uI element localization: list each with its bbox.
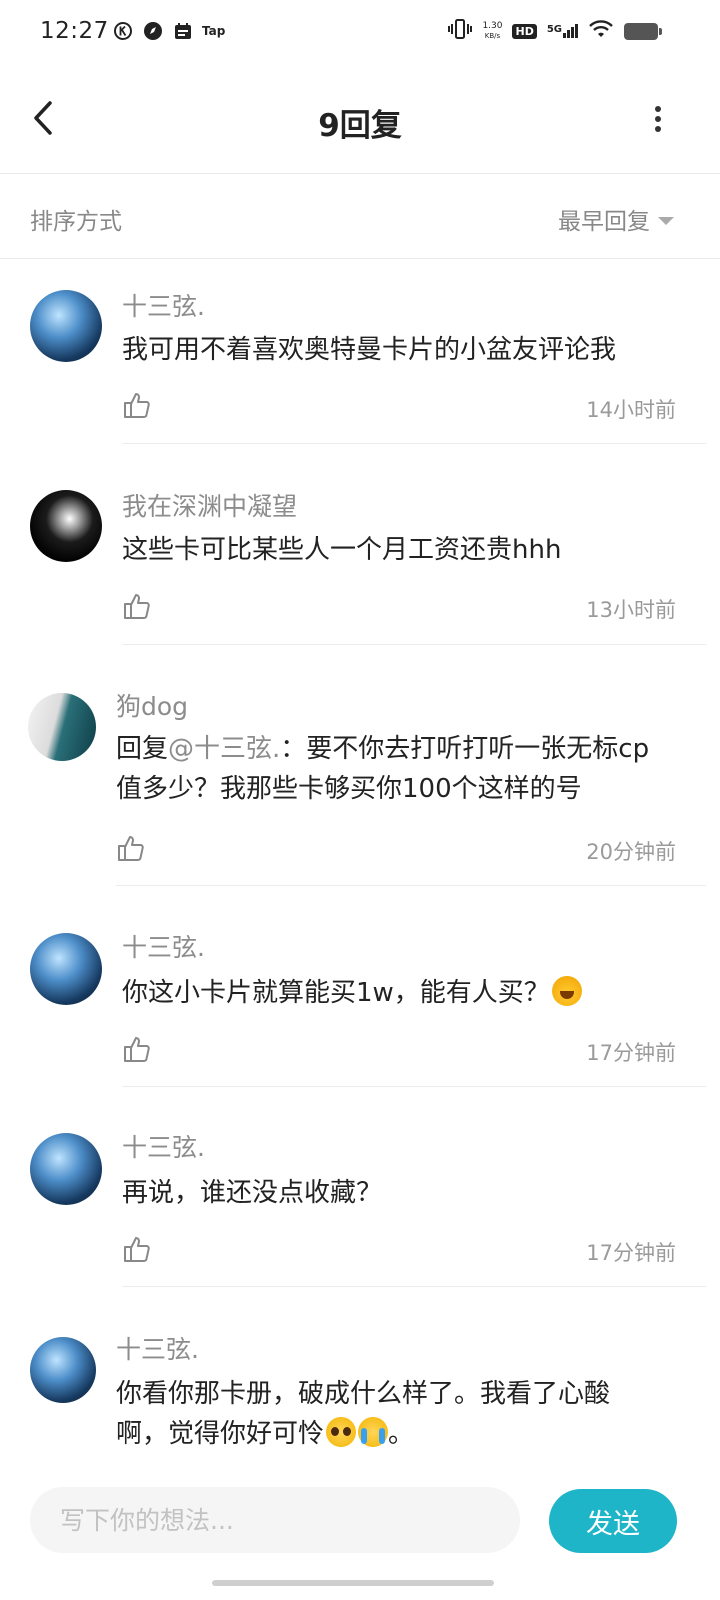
status-right-icons: 1.30 KB/s HD 5G [448,18,662,44]
reply-time: 14小时前 [586,398,676,422]
reply-divider [122,1086,706,1087]
network-speed-unit: KB/s [484,32,501,40]
reply-content-text: 你这小卡片就算能买1w，能有人买？ [122,978,550,1008]
reply-prefix: 回复 [116,734,169,764]
sort-order-dropdown[interactable]: 最早回复 [558,202,674,236]
reply-time: 20分钟前 [586,840,676,864]
send-button[interactable]: 发送 [549,1489,677,1553]
network-speed: 1.30 KB/s [482,21,502,41]
reply-content: 这些卡可比某些人一个月工资还贵hhh [122,535,562,565]
sort-bar: 排序方式 最早回复 [0,175,720,259]
reply-content: 回复@十三弦.：要不你去打听打听一张无标cp 值多少？我那些卡够买你100个这样… [116,729,696,809]
comment-composer: 发送 [0,1472,720,1600]
avatar[interactable] [30,933,102,1005]
caret-down-icon [658,216,674,225]
status-bar: 12:27 Tap 1.30 KB/s HD 5G [0,0,720,64]
reply-content: 再说，谁还没点收藏？ [122,1178,383,1208]
more-options-button[interactable] [648,104,668,134]
network-type-label: 5G [546,24,562,35]
wifi-icon [588,19,614,43]
thumbs-up-icon [124,594,150,619]
like-button[interactable] [122,591,152,621]
comment-input[interactable] [30,1487,520,1553]
like-button[interactable] [122,390,152,420]
thumbs-up-icon [124,1237,150,1262]
avatar[interactable] [30,290,102,362]
reply-content: 我可用不着喜欢奥特曼卡片的小盆友评论我 [122,335,617,365]
pleading-emoji-icon [326,1417,357,1447]
reply-username[interactable]: 十三弦. [122,287,205,323]
calendar-icon [172,20,194,42]
reply-username[interactable]: 我在深渊中凝望 [122,487,297,523]
reply-username[interactable]: 十三弦. [116,1330,199,1366]
reply-item: 十三弦. 你这小卡片就算能买1w，能有人买？ 17分钟前 [0,903,720,1087]
crying-emoji-icon [358,1417,389,1447]
reply-content: 你看你那卡册，破成什么样了。我看了心酸 啊，觉得你好可怜 。 [116,1374,696,1454]
reply-item: 十三弦. 再说，谁还没点收藏？ 17分钟前 [0,1103,720,1287]
avatar[interactable] [30,490,102,562]
thumbs-up-icon [124,393,150,418]
reply-item: 十三弦. 你看你那卡册，破成什么样了。我看了心酸 啊，觉得你好可怜 。 [0,1305,720,1472]
top-nav-bar: 9回复 [0,64,720,174]
avatar[interactable] [28,693,96,761]
battery-icon [624,22,662,40]
network-speed-value: 1.30 [482,21,503,31]
avatar[interactable] [30,1337,96,1403]
reply-username[interactable]: 十三弦. [122,1128,205,1164]
reply-username[interactable]: 狗dog [116,687,188,723]
reply-content: 你这小卡片就算能买1w，能有人买？ [122,973,582,1013]
reply-username[interactable]: 十三弦. [122,928,205,964]
home-indicator[interactable] [212,1580,494,1586]
reply-item: 十三弦. 我可用不着喜欢奥特曼卡片的小盆友评论我 14小时前 [0,260,720,444]
reply-time: 17分钟前 [586,1041,676,1065]
status-left-icons: Tap [112,20,225,42]
mention-link[interactable]: @十三弦. [168,734,280,764]
status-time: 12:27 [40,18,109,44]
reply-divider [122,1286,706,1287]
like-button[interactable] [122,1034,152,1064]
k-app-icon [112,20,134,42]
sort-label: 排序方式 [30,209,122,235]
like-button[interactable] [116,833,146,863]
reply-content-line1: ：要不你去打听打听一张无标cp [280,734,650,764]
vibrate-icon [448,18,473,44]
reply-content-line2: 值多少？我那些卡够买你100个这样的号 [116,774,582,804]
reply-thread-screen: 12:27 Tap 1.30 KB/s HD 5G 9回复 排序方式 最早回复 … [0,0,720,1600]
reply-divider [116,885,706,886]
hd-badge: HD [512,23,537,39]
signal-5g-icon: 5G [547,24,578,38]
reply-divider [122,443,706,444]
tap-app-icon: Tap [202,24,226,38]
avatar[interactable] [30,1133,102,1205]
reply-item: 我在深渊中凝望 这些卡可比某些人一个月工资还贵hhh 13小时前 [0,460,720,645]
reply-time: 13小时前 [586,598,676,622]
reply-content-line1: 你看你那卡册，破成什么样了。我看了心酸 [116,1379,611,1409]
reply-item: 狗dog 回复@十三弦.：要不你去打听打听一张无标cp 值多少？我那些卡够买你1… [0,661,720,886]
compass-icon [142,20,164,42]
reply-content-line2: 啊，觉得你好可怜 [116,1419,325,1449]
laughing-emoji-icon [551,976,582,1006]
reply-divider [122,644,706,645]
page-title: 9回复 [318,108,402,144]
like-button[interactable] [122,1234,152,1264]
reply-time: 17分钟前 [586,1241,676,1265]
sort-selected-value: 最早回复 [558,209,650,235]
reply-content-suffix: 。 [388,1419,415,1449]
more-vertical-icon [655,106,661,132]
thumbs-up-icon [124,1037,150,1062]
thumbs-up-icon [118,836,144,861]
